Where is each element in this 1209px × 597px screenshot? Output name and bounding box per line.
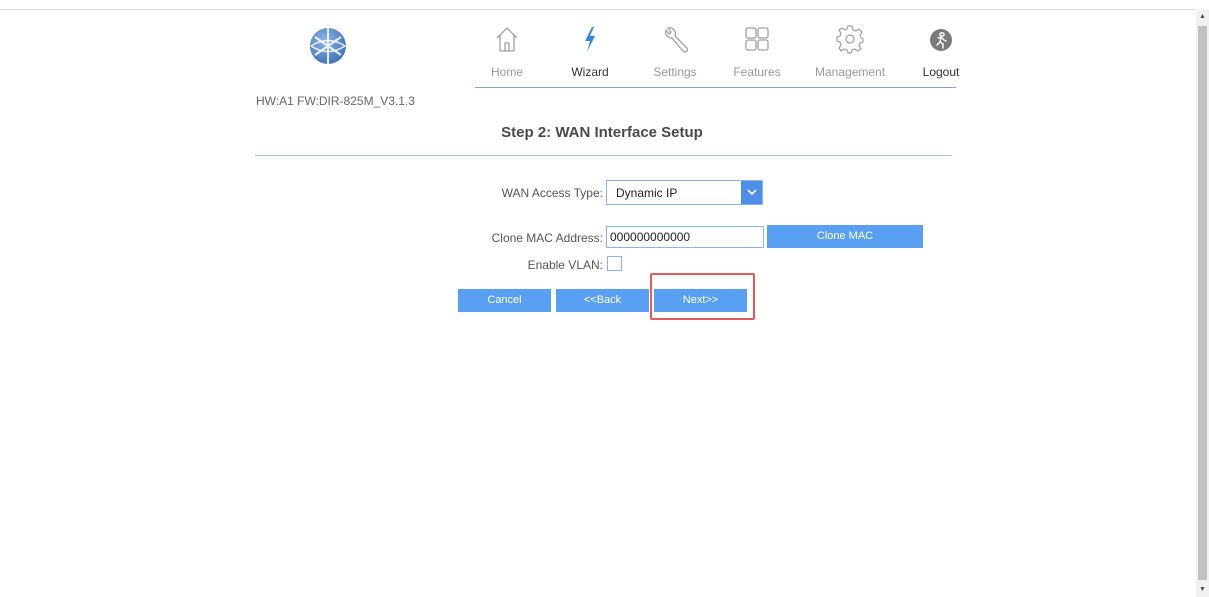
scroll-thumb[interactable] (1198, 26, 1207, 580)
wan-access-type-label: WAN Access Type: (501, 186, 603, 200)
home-icon (472, 24, 542, 62)
nav-features-label: Features (733, 65, 781, 79)
top-border (0, 9, 1196, 10)
scroll-down-arrow-icon[interactable]: ▼ (1196, 583, 1209, 597)
chevron-down-icon[interactable] (741, 181, 762, 204)
wan-access-type-select[interactable]: Dynamic IP (606, 180, 763, 205)
nav-divider (475, 87, 956, 88)
nav-wizard[interactable]: Wizard (555, 24, 625, 79)
enable-vlan-label: Enable VLAN: (527, 258, 603, 272)
nav-logout[interactable]: Logout (906, 24, 976, 79)
title-divider (255, 155, 952, 156)
cancel-button[interactable]: Cancel (458, 289, 551, 312)
nav-settings-label: Settings (653, 65, 697, 79)
lightning-icon (555, 24, 625, 62)
nav-wizard-label: Wizard (571, 65, 609, 79)
wan-access-type-value: Dynamic IP (616, 186, 678, 200)
gear-icon (815, 24, 885, 62)
grid-icon (722, 24, 792, 62)
enable-vlan-checkbox[interactable] (607, 256, 622, 271)
scroll-up-arrow-icon[interactable]: ▲ (1196, 10, 1209, 24)
clone-mac-label: Clone MAC Address: (491, 231, 603, 245)
logout-icon (906, 24, 976, 62)
nav-management-label: Management (815, 65, 886, 79)
nav-features[interactable]: Features (722, 24, 792, 79)
nav-logout-label: Logout (922, 65, 960, 79)
page-title: Step 2: WAN Interface Setup (501, 124, 703, 141)
next-button-highlight (650, 273, 755, 320)
back-button[interactable]: <<Back (556, 289, 649, 312)
nav-home[interactable]: Home (472, 24, 542, 79)
nav-settings[interactable]: Settings (640, 24, 710, 79)
clone-mac-button[interactable]: Clone MAC (767, 225, 923, 248)
vertical-scrollbar[interactable]: ▲ ▼ (1196, 10, 1209, 597)
nav-home-label: Home (490, 65, 523, 79)
wrench-icon (640, 24, 710, 62)
logo-icon (309, 27, 347, 65)
nav-management[interactable]: Management (815, 24, 885, 79)
clone-mac-input[interactable] (606, 226, 764, 248)
firmware-info: HW:A1 FW:DIR-825M_V3.1.3 (256, 94, 415, 108)
